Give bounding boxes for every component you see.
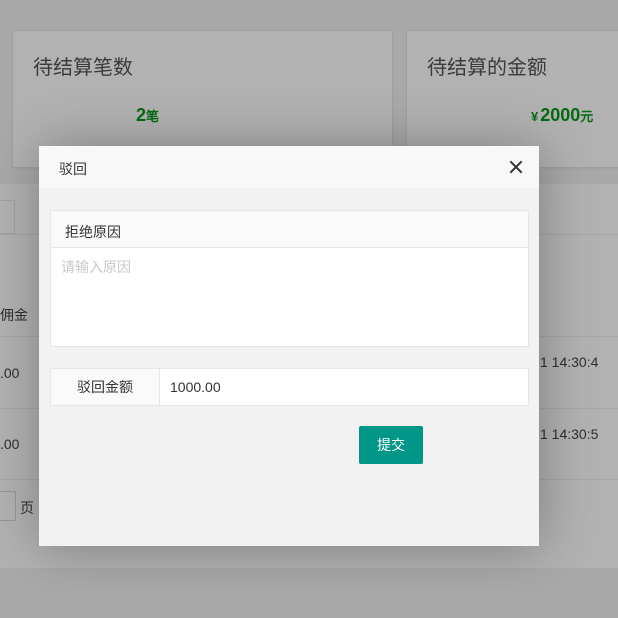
close-icon[interactable] [507, 158, 525, 176]
reject-amount-row: 驳回金额 [50, 368, 529, 406]
reject-amount-label: 驳回金额 [51, 369, 160, 405]
reject-reason-box: 拒绝原因 [50, 210, 529, 347]
submit-button[interactable]: 提交 [359, 426, 423, 464]
reject-reason-header: 拒绝原因 [51, 211, 528, 248]
dialog-title: 驳回 [59, 161, 87, 177]
reject-reason-textarea[interactable] [51, 248, 528, 346]
reject-dialog: 驳回 拒绝原因 驳回金额 提交 [39, 146, 539, 546]
dialog-header: 驳回 [39, 146, 539, 189]
reject-reason-label: 拒绝原因 [65, 224, 121, 240]
reject-amount-input[interactable] [160, 369, 528, 405]
